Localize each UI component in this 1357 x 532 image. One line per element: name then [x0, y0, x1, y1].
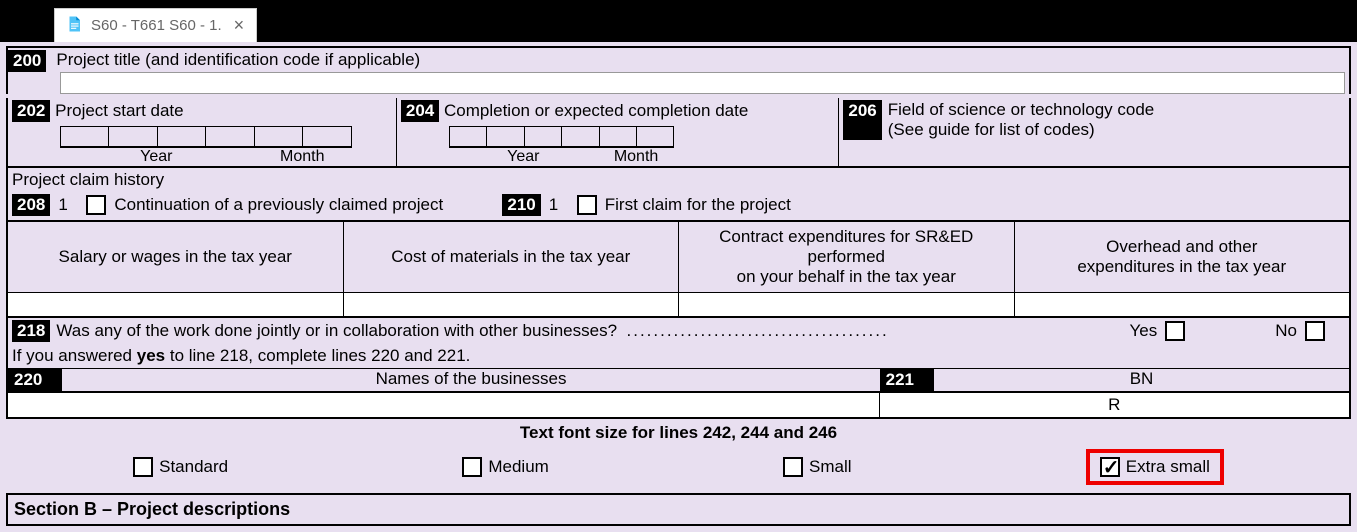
checkbox-210[interactable]	[577, 195, 597, 215]
hdr-contract: Contract expenditures for SR&EDperformed…	[679, 222, 1015, 292]
label-206-sub: (See guide for list of codes)	[888, 120, 1155, 140]
line-number-200: 200	[8, 50, 46, 72]
row-220-header: 220 Names of the businesses 221 BN	[6, 368, 1351, 393]
line-number-220: 220	[8, 369, 62, 391]
input-contract[interactable]	[679, 293, 1015, 316]
input-business-name[interactable]	[8, 393, 880, 417]
line-number-202: 202	[12, 100, 50, 122]
opt-medium[interactable]: Medium	[462, 457, 548, 477]
opt-small[interactable]: Small	[783, 457, 852, 477]
checkbox-218-yes[interactable]	[1165, 321, 1185, 341]
hdr-salary: Salary or wages in the tax year	[8, 222, 344, 292]
expenditure-inputs	[6, 292, 1351, 318]
hdr-materials: Cost of materials in the tax year	[344, 222, 680, 292]
font-size-header: Text font size for lines 242, 244 and 24…	[6, 419, 1351, 445]
section-b-header: Section B – Project descriptions	[6, 493, 1351, 526]
input-salary[interactable]	[8, 293, 344, 316]
label-210: First claim for the project	[605, 195, 791, 215]
line-number-204: 204	[401, 100, 439, 122]
hdr-overhead: Overhead and otherexpenditures in the ta…	[1015, 222, 1350, 292]
opt-extra-small[interactable]: Extra small	[1100, 457, 1210, 477]
value-210: 1	[549, 195, 569, 215]
label-history: Project claim history	[12, 170, 1345, 190]
row-220-input: R	[6, 393, 1351, 419]
close-icon[interactable]: ×	[230, 15, 249, 36]
row-dates: 202 Project start date YearMonth 204 Com…	[6, 98, 1351, 166]
line-number-218: 218	[12, 320, 50, 342]
label-204: Completion or expected completion date	[444, 101, 748, 120]
input-completion-date[interactable]	[449, 126, 675, 148]
line-number-210: 210	[502, 194, 540, 216]
value-208: 1	[58, 195, 78, 215]
row-200: 200 Project title (and identification co…	[6, 46, 1351, 72]
line-number-206: 206	[843, 100, 881, 140]
expenditure-headers: Salary or wages in the tax year Cost of …	[6, 220, 1351, 292]
row-218: 218 Was any of the work done jointly or …	[6, 318, 1351, 344]
input-materials[interactable]	[344, 293, 680, 316]
label-206: Field of science or technology code	[888, 100, 1155, 120]
label-200: Project title (and identification code i…	[50, 48, 426, 72]
font-size-options: Standard Medium Small Extra small	[6, 445, 1351, 493]
line-number-208: 208	[12, 194, 50, 216]
document-tab[interactable]: S60 - T661 S60 - 1. ×	[54, 8, 257, 42]
row-yes-instruction: If you answered yes to line 218, complet…	[6, 344, 1351, 368]
form-page: 200 Project title (and identification co…	[0, 42, 1357, 526]
label-221: BN	[934, 369, 1349, 391]
checkbox-218-no[interactable]	[1305, 321, 1325, 341]
window-topbar: S60 - T661 S60 - 1. ×	[0, 0, 1357, 42]
input-start-date[interactable]	[60, 126, 352, 148]
tab-title: S60 - T661 S60 - 1.	[91, 17, 222, 34]
checkbox-208[interactable]	[86, 195, 106, 215]
opt-standard[interactable]: Standard	[133, 457, 228, 477]
input-project-title[interactable]	[60, 72, 1345, 94]
input-bn[interactable]: R	[880, 393, 1349, 417]
label-202: Project start date	[55, 101, 184, 120]
label-220: Names of the businesses	[62, 369, 879, 391]
input-overhead[interactable]	[1015, 293, 1350, 316]
label-208: Continuation of a previously claimed pro…	[114, 195, 494, 215]
line-number-221: 221	[880, 369, 934, 391]
highlight-extra-small: Extra small	[1086, 449, 1224, 485]
file-icon	[65, 15, 83, 37]
